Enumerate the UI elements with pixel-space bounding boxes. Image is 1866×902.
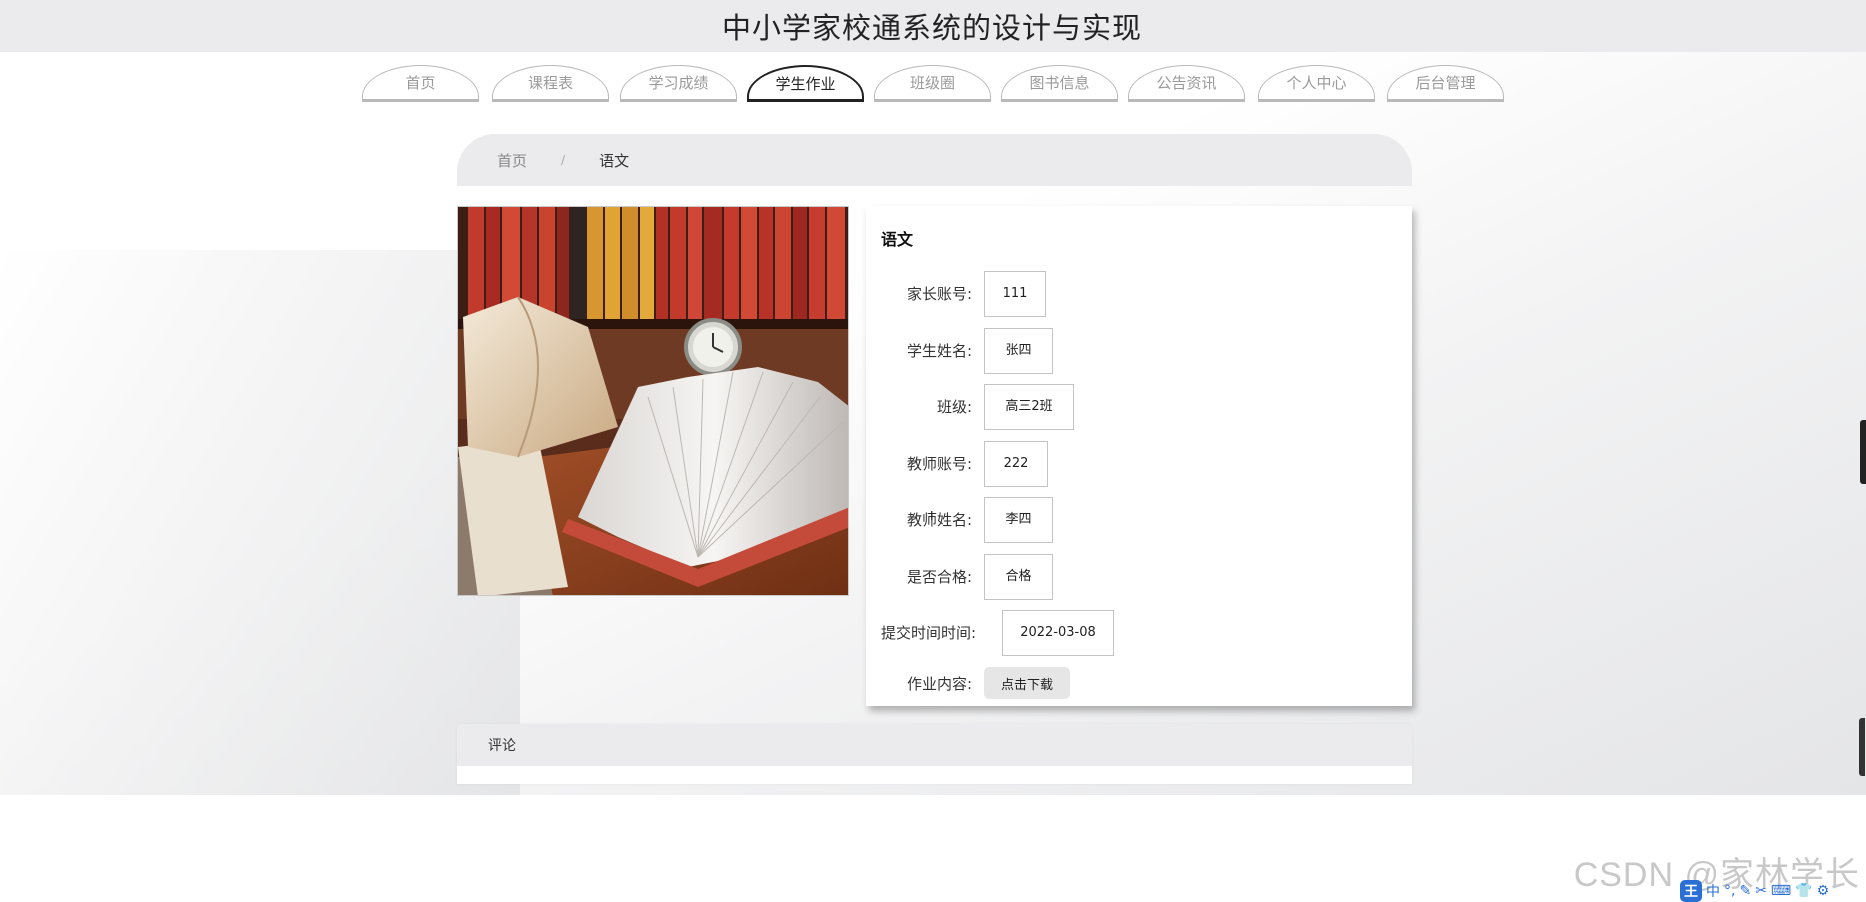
homework-detail-card: 语文 家长账号: 111 学生姓名: 张四 班级: 高三2班 教师账号: 222… — [866, 206, 1412, 706]
nav-tab-grades[interactable]: 学习成绩 — [620, 65, 737, 102]
field-label: 班级: — [936, 398, 972, 416]
page-viewport: 中小学家校通系统的设计与实现 首页 课程表 学习成绩 学生作业 班级圈 图书信息… — [0, 0, 1866, 795]
ime-logo-icon[interactable]: 王 — [1680, 880, 1702, 902]
field-value: 李四 — [984, 497, 1053, 543]
nav-tab-class-circle[interactable]: 班级圈 — [874, 65, 991, 102]
nav-tab-schedule[interactable]: 课程表 — [492, 65, 609, 102]
field-student-name: 学生姓名: 张四 — [866, 328, 1412, 374]
field-submit-time: 提交时间时间: 2022-03-08 — [866, 610, 1412, 656]
breadcrumb-separator: / — [561, 153, 566, 167]
breadcrumb: 首页 / 语文 — [457, 134, 1412, 186]
field-value: 合格 — [984, 554, 1053, 600]
field-label: 是否合格: — [906, 568, 972, 586]
field-label: 提交时间时间: — [881, 624, 977, 642]
ime-settings-icon[interactable]: ⚙ — [1817, 883, 1830, 899]
books-photo-illustration — [458, 207, 848, 595]
download-button[interactable]: 点击下载 — [984, 667, 1070, 699]
field-passed: 是否合格: 合格 — [866, 554, 1412, 600]
ime-skin-icon[interactable]: 👕 — [1795, 883, 1812, 899]
field-class: 班级: 高三2班 — [866, 384, 1412, 430]
field-label: 教师姓名: — [906, 511, 972, 529]
nav-tab-homework[interactable]: 学生作业 — [747, 65, 864, 102]
field-label: 教师账号: — [906, 455, 972, 473]
ime-toolbar: 王 中 °, ✎ ✂ ⌨ 👕 ⚙ — [1680, 880, 1866, 902]
field-value: 张四 — [984, 328, 1053, 374]
main-nav: 首页 课程表 学习成绩 学生作业 班级圈 图书信息 公告资讯 个人中心 后台管理 — [362, 65, 1507, 103]
site-header: 中小学家校通系统的设计与实现 — [0, 0, 1866, 52]
text-cursor-icon: I — [930, 509, 934, 523]
nav-tab-home[interactable]: 首页 — [362, 65, 479, 102]
side-scroll-tab[interactable] — [1860, 420, 1866, 484]
field-teacher-account: 教师账号: 222 — [866, 441, 1412, 487]
ime-keyboard-icon[interactable]: ⌨ — [1771, 883, 1791, 899]
ime-punctuation-icon[interactable]: °, — [1724, 883, 1735, 899]
field-value: 2022-03-08 — [1002, 610, 1114, 656]
comment-panel: 评论 — [457, 724, 1412, 784]
ime-chinese-mode-icon[interactable]: 中 — [1706, 881, 1720, 901]
breadcrumb-home-link[interactable]: 首页 — [497, 150, 527, 171]
homework-image — [457, 206, 849, 596]
nav-tab-admin[interactable]: 后台管理 — [1387, 65, 1504, 102]
field-label: 学生姓名: — [906, 342, 972, 360]
comment-header: 评论 — [457, 724, 1412, 766]
side-float-tab[interactable] — [1859, 718, 1865, 776]
detail-title: 语文 — [881, 230, 914, 249]
content-label: 作业内容: — [906, 675, 972, 693]
ime-handwrite-icon[interactable]: ✎ — [1739, 883, 1751, 899]
field-teacher-name: 教师姓名: 李四 — [866, 497, 1412, 543]
comment-title: 评论 — [488, 738, 516, 754]
field-value: 高三2班 — [984, 384, 1074, 430]
field-value: 222 — [984, 441, 1048, 487]
breadcrumb-current: 语文 — [599, 151, 630, 170]
field-value: 111 — [984, 271, 1046, 317]
field-label: 家长账号: — [906, 285, 972, 303]
ime-scissors-icon[interactable]: ✂ — [1755, 883, 1767, 899]
field-parent-account: 家长账号: 111 — [866, 271, 1412, 317]
nav-tab-books[interactable]: 图书信息 — [1001, 65, 1118, 102]
nav-tab-announcements[interactable]: 公告资讯 — [1128, 65, 1245, 102]
nav-tab-profile[interactable]: 个人中心 — [1258, 65, 1375, 102]
site-title: 中小学家校通系统的设计与实现 — [721, 11, 1142, 45]
